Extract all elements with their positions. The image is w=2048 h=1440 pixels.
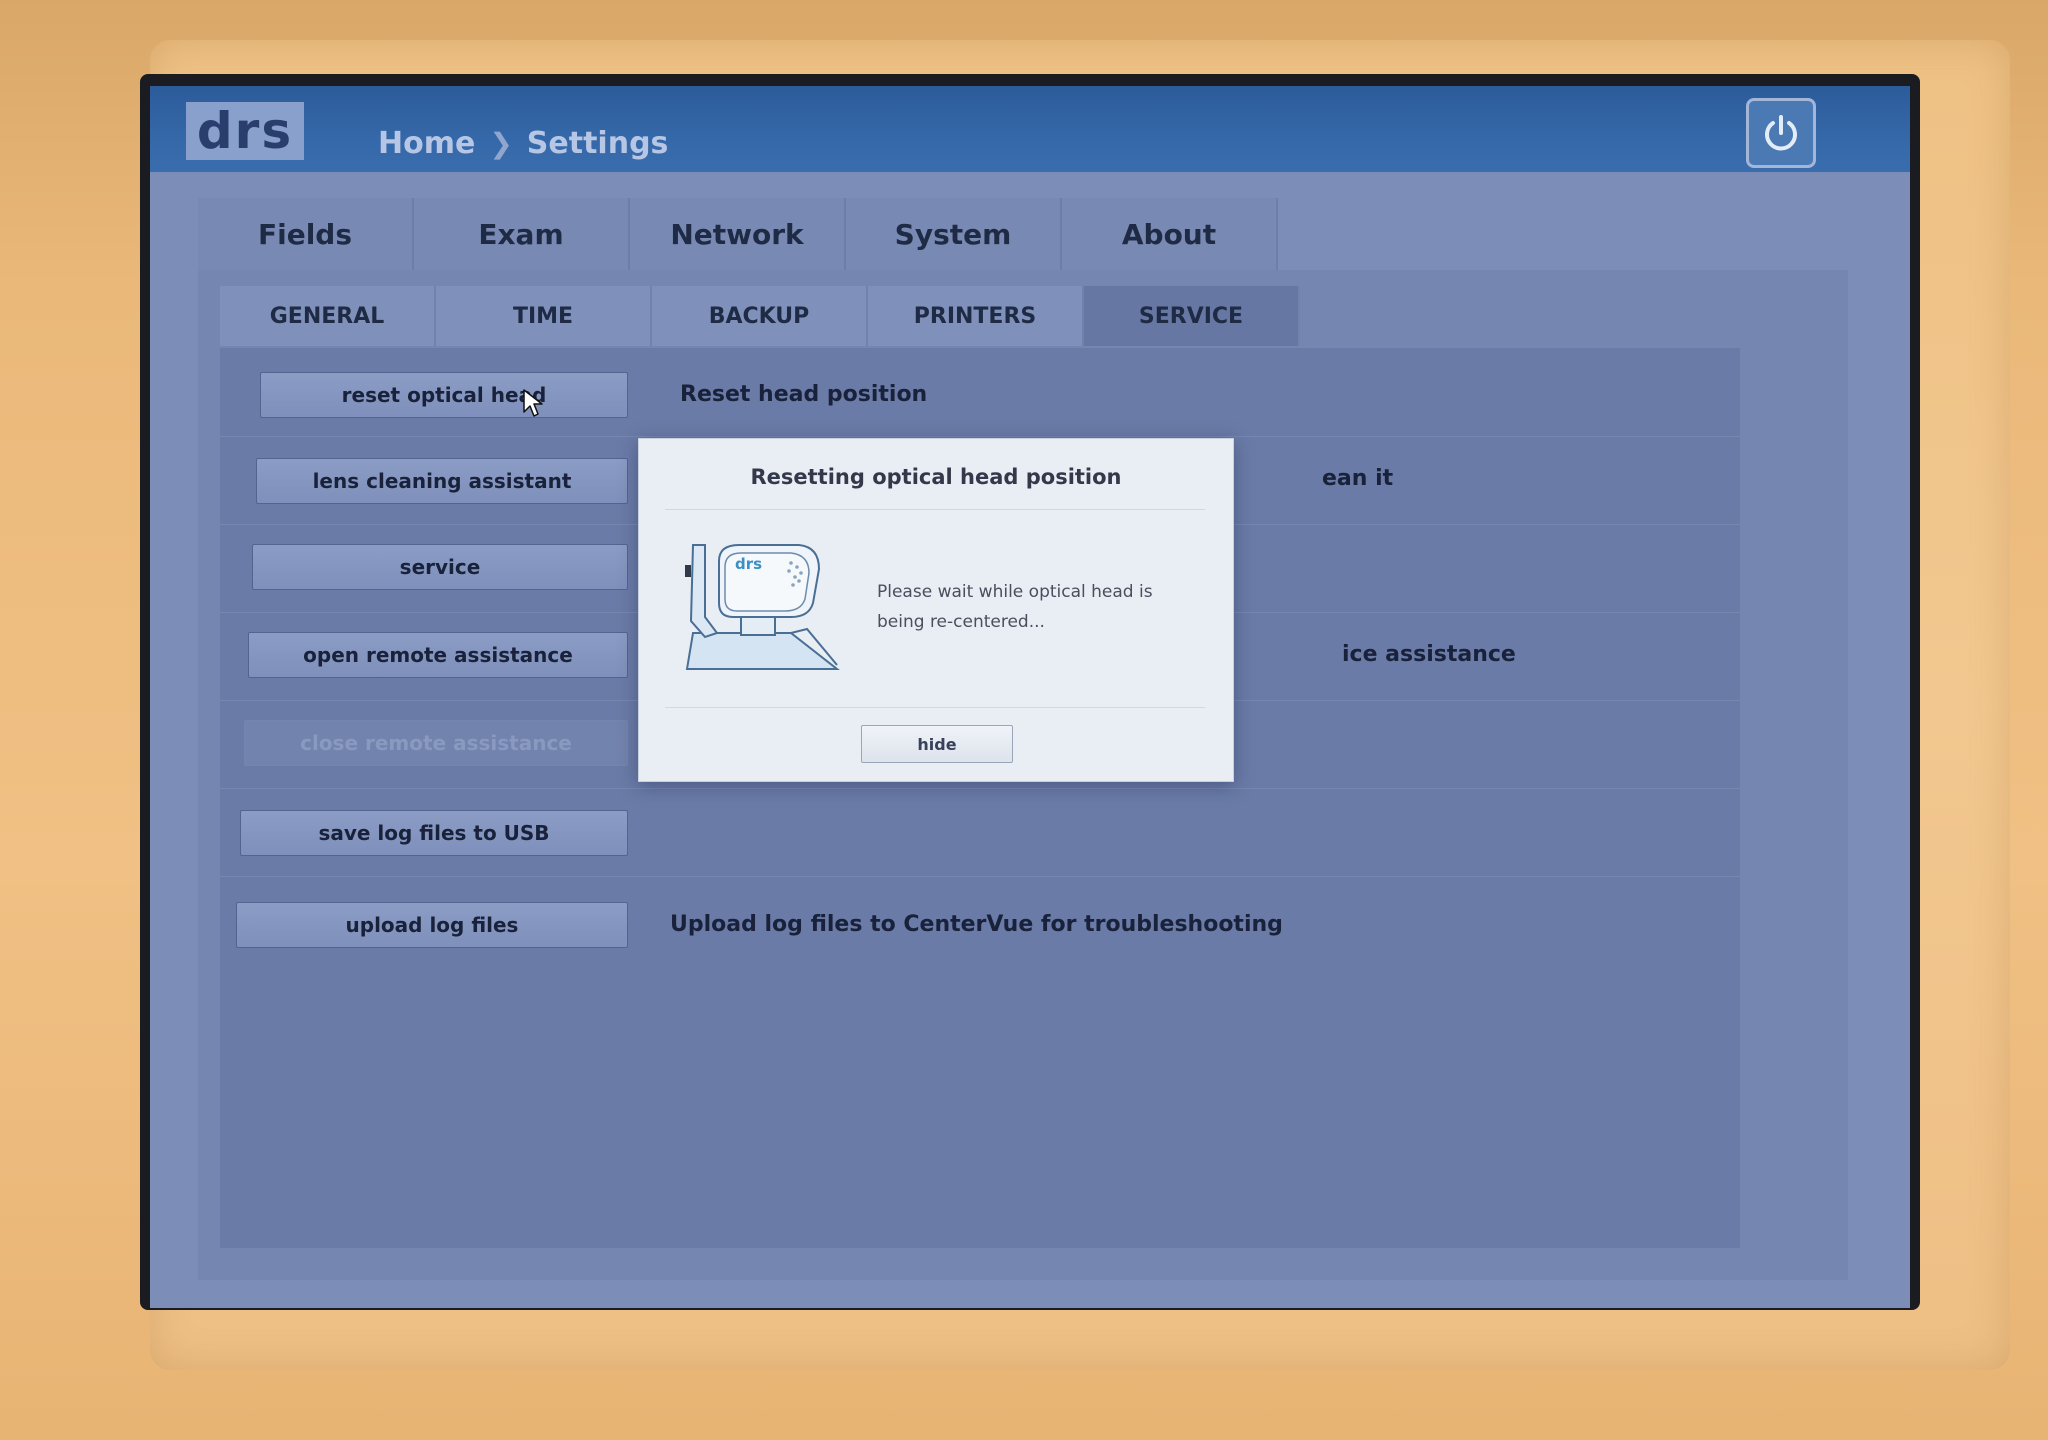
touchscreen: drs Home ❯ Settings Fields Exam Network … <box>150 86 1910 1308</box>
tab-system[interactable]: System <box>846 198 1062 270</box>
reset-progress-dialog: Resetting optical head position drs Plea… <box>638 438 1234 782</box>
subtab-backup[interactable]: BACKUP <box>652 286 868 346</box>
subtab-printers[interactable]: PRINTERS <box>868 286 1084 346</box>
service-row: save log files to USB <box>220 788 1740 877</box>
lens-cleaning-assistant-button[interactable]: lens cleaning assistant <box>256 458 628 504</box>
power-icon <box>1765 115 1797 151</box>
subtab-service[interactable]: SERVICE <box>1084 286 1300 346</box>
lens-cleaning-description: ean it <box>1322 466 1394 491</box>
open-remote-assistance-button[interactable]: open remote assistance <box>248 632 628 678</box>
optical-head-device-icon: drs <box>685 544 840 670</box>
tab-exam[interactable]: Exam <box>414 198 630 270</box>
service-button[interactable]: service <box>252 544 628 590</box>
dialog-divider <box>665 707 1205 708</box>
subtab-general[interactable]: GENERAL <box>220 286 436 346</box>
power-button[interactable] <box>1746 98 1816 168</box>
tab-network[interactable]: Network <box>630 198 846 270</box>
service-row: upload log files Upload log files to Cen… <box>220 876 1740 964</box>
top-bar: drs Home ❯ Settings <box>150 86 1910 172</box>
breadcrumb-home[interactable]: Home <box>378 126 475 161</box>
breadcrumb-separator-icon: ❯ <box>489 127 513 160</box>
tab-about[interactable]: About <box>1062 198 1278 270</box>
sub-tab-bar: GENERAL TIME BACKUP PRINTERS SERVICE <box>220 286 1300 346</box>
dialog-title: Resetting optical head position <box>750 465 1122 489</box>
remote-assistance-description: ice assistance <box>1342 642 1516 667</box>
dialog-message: Please wait while optical head is being … <box>877 582 1153 632</box>
main-tab-bar: Fields Exam Network System About <box>198 198 1278 270</box>
mouse-pointer-icon <box>523 389 543 417</box>
hide-button[interactable]: hide <box>861 725 1013 763</box>
service-row: reset optical head Reset head position <box>220 348 1740 437</box>
app-logo: drs <box>186 102 304 160</box>
breadcrumb: Home ❯ Settings <box>378 126 668 161</box>
close-remote-assistance-button[interactable]: close remote assistance <box>244 720 628 766</box>
dialog-divider <box>665 509 1205 510</box>
device-logo-text: drs <box>735 555 762 573</box>
reset-head-description: Reset head position <box>680 382 928 407</box>
reset-optical-head-button[interactable]: reset optical head <box>260 372 628 418</box>
tab-fields[interactable]: Fields <box>198 198 414 270</box>
upload-logs-description: Upload log files to CenterVue for troubl… <box>670 912 1283 937</box>
breadcrumb-settings: Settings <box>526 126 669 161</box>
save-log-files-usb-button[interactable]: save log files to USB <box>240 810 628 856</box>
subtab-time[interactable]: TIME <box>436 286 652 346</box>
upload-log-files-button[interactable]: upload log files <box>236 902 628 948</box>
